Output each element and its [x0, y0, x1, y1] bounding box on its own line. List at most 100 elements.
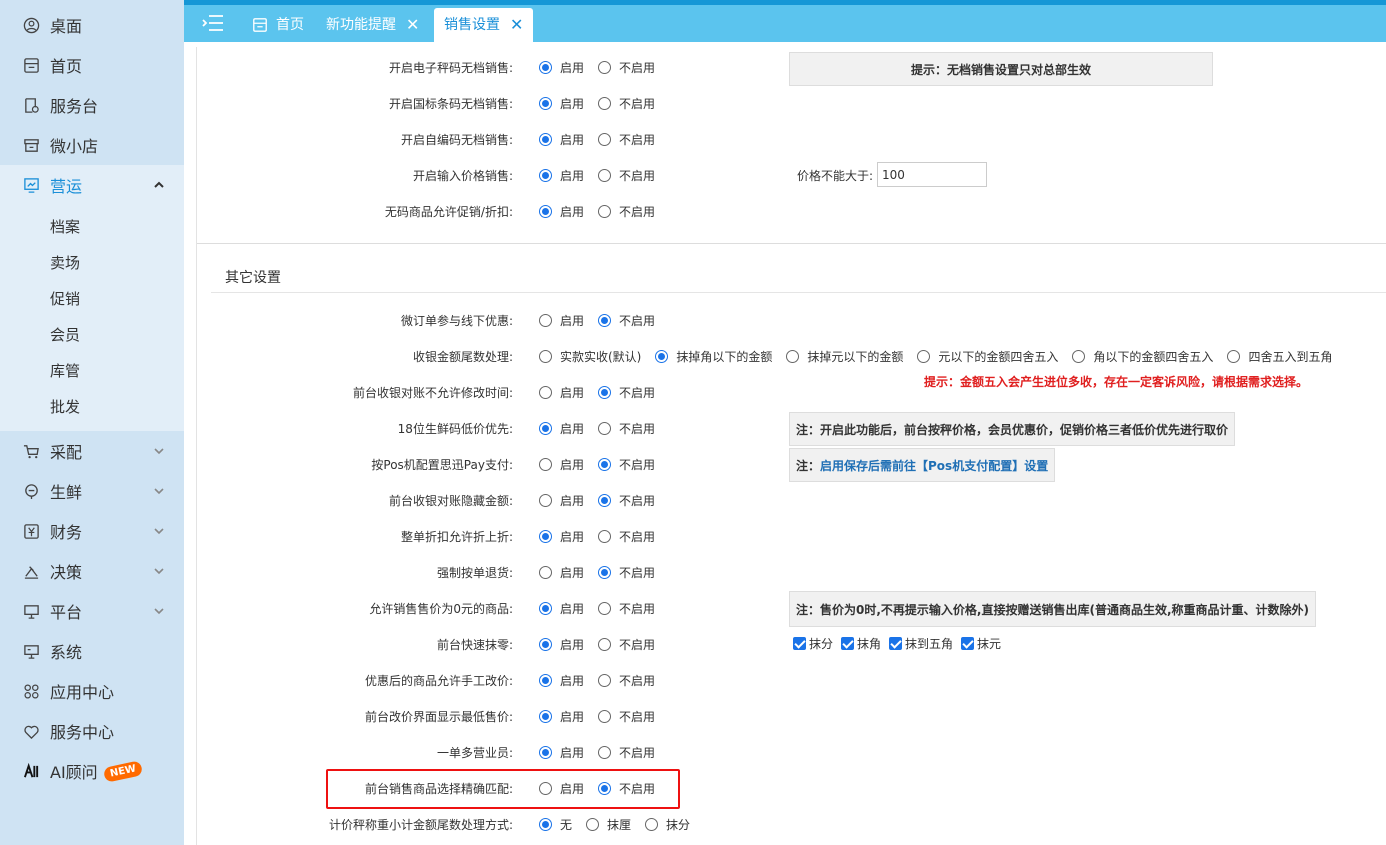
radio-disable[interactable]: 不启用 — [598, 95, 655, 112]
radio-disable[interactable]: 不启用 — [598, 59, 655, 76]
setting-label: 开启自编码无档销售: — [400, 132, 513, 147]
setting-row: 整单折扣允许折上折: 启用 不启用 — [197, 524, 669, 548]
sidebar-item-desktop[interactable]: 桌面 — [0, 5, 184, 45]
sidebar-item-ai[interactable]: AI顾问 NEW — [0, 751, 184, 791]
sidebar-item-shop[interactable]: 微小店 — [0, 125, 184, 165]
radio-disable[interactable]: 不启用 — [598, 384, 655, 401]
sidebar-subitem[interactable]: 卖场 — [0, 245, 184, 281]
radio-enable[interactable]: 启用 — [539, 420, 584, 437]
radio-enable[interactable]: 启用 — [539, 384, 584, 401]
chevron-up-icon — [154, 181, 164, 188]
price-limit-label: 价格不能大于: — [797, 169, 874, 183]
radio-enable[interactable]: 启用 — [539, 672, 584, 689]
sidebar-item-label: 决策 — [50, 563, 83, 582]
setting-label: 收银金额尾数处理: — [412, 349, 513, 364]
sidebar-subitem[interactable]: 库管 — [0, 353, 184, 389]
price-limit-input[interactable]: 100 — [877, 162, 987, 187]
radio-enable[interactable]: 启用 — [539, 312, 584, 329]
radio-disable[interactable]: 不启用 — [598, 203, 655, 220]
sidebar-subitem[interactable]: 批发 — [0, 389, 184, 425]
sidebar-subitem[interactable]: 档案 — [0, 209, 184, 245]
checkbox-zero-jiao[interactable]: 抹角 — [841, 635, 881, 652]
radio-zero-fen[interactable]: 抹分 — [645, 816, 690, 833]
radio-disable[interactable]: 不启用 — [598, 708, 655, 725]
radio-enable[interactable]: 启用 — [539, 708, 584, 725]
sidebar-item-finance[interactable]: 财务 — [0, 511, 184, 551]
menu-toggle-icon[interactable] — [202, 14, 224, 32]
radio-rounding[interactable]: 角以下的金额四舍五入 — [1072, 348, 1213, 365]
radio-rounding[interactable]: 实款实收(默认) — [539, 348, 641, 365]
radio-enable[interactable]: 启用 — [539, 528, 584, 545]
sidebar-item-purchase[interactable]: 采配 — [0, 431, 184, 471]
radio-rounding[interactable]: 抹掉元以下的金额 — [786, 348, 903, 365]
radio-rounding[interactable]: 四舍五入到五角 — [1227, 348, 1332, 365]
setting-label: 前台快速抹零: — [436, 637, 513, 652]
sidebar-subitem[interactable]: 促销 — [0, 281, 184, 317]
radio-rounding[interactable]: 抹掉角以下的金额 — [655, 348, 772, 365]
radio-enable[interactable]: 启用 — [539, 59, 584, 76]
radio-enable[interactable]: 启用 — [539, 744, 584, 761]
close-icon[interactable]: ✕ — [510, 8, 523, 42]
tab-home[interactable]: 首页 — [242, 8, 314, 42]
checkbox-zero-fen[interactable]: 抹分 — [793, 635, 833, 652]
home-icon — [22, 56, 40, 74]
radio-disable[interactable]: 不启用 — [598, 672, 655, 689]
setting-row: 收银金额尾数处理: 实款实收(默认) 抹掉角以下的金额 抹掉元以下的金额 元以下… — [197, 344, 1346, 368]
sidebar-item-platform[interactable]: 平台 — [0, 591, 184, 631]
radio-enable[interactable]: 启用 — [539, 131, 584, 148]
radio-disable[interactable]: 不启用 — [598, 528, 655, 545]
chevron-down-icon — [154, 448, 164, 455]
sidebar-item-service-desk[interactable]: 服务台 — [0, 85, 184, 125]
setting-row: 无码商品允许促销/折扣: 启用 不启用 — [197, 199, 669, 223]
radio-zero-li[interactable]: 抹厘 — [586, 816, 631, 833]
radio-rounding[interactable]: 元以下的金额四舍五入 — [917, 348, 1058, 365]
radio-disable[interactable]: 不启用 — [598, 420, 655, 437]
sidebar-item-decision[interactable]: 决策 — [0, 551, 184, 591]
sidebar-item-operation[interactable]: 营运 — [0, 165, 184, 205]
radio-enable[interactable]: 启用 — [539, 492, 584, 509]
sidebar-subitem[interactable]: 会员 — [0, 317, 184, 353]
shop-icon — [22, 136, 40, 154]
radio-disable[interactable]: 不启用 — [598, 167, 655, 184]
radio-disable[interactable]: 不启用 — [598, 312, 655, 329]
sidebar-item-support[interactable]: 服务中心 — [0, 711, 184, 751]
tab-new-features[interactable]: 新功能提醒 ✕ — [316, 8, 429, 42]
sidebar-item-label: 服务中心 — [50, 723, 115, 742]
radio-disable[interactable]: 不启用 — [598, 744, 655, 761]
radio-enable[interactable]: 启用 — [539, 95, 584, 112]
setting-label: 允许销售售价为0元的商品: — [369, 601, 513, 616]
radio-disable[interactable]: 不启用 — [598, 600, 655, 617]
rounding-warning: 提示：金额五入会产生进位多收，存在一定客诉风险，请根据需求选择。 — [924, 375, 1309, 389]
setting-row: 前台收银对账隐藏金额: 启用 不启用 — [197, 488, 669, 512]
sidebar-item-fresh[interactable]: 生鲜 — [0, 471, 184, 511]
checkbox-zero-half-yuan[interactable]: 抹到五角 — [889, 635, 953, 652]
sidebar-item-home[interactable]: 首页 — [0, 45, 184, 85]
radio-none[interactable]: 无 — [539, 816, 572, 833]
radio-disable[interactable]: 不启用 — [598, 564, 655, 581]
radio-disable[interactable]: 不启用 — [598, 456, 655, 473]
radio-disable[interactable]: 不启用 — [598, 131, 655, 148]
radio-enable[interactable]: 启用 — [539, 167, 584, 184]
close-icon[interactable]: ✕ — [406, 8, 419, 42]
radio-disable[interactable]: 不启用 — [598, 636, 655, 653]
setting-label: 强制按单退货: — [436, 565, 513, 580]
tip-no-barcode: 提示：无档销售设置只对总部生效 — [789, 52, 1213, 86]
note-fresh-priority: 注：开启此功能后，前台按秤价格，会员优惠价，促销价格三者低价优先进行取价 — [789, 412, 1236, 446]
radio-enable[interactable]: 启用 — [539, 636, 584, 653]
radio-enable[interactable]: 启用 — [539, 456, 584, 473]
sidebar-item-label: 营运 — [50, 177, 83, 196]
sidebar-submenu-operation: 档案 卖场 促销 会员 库管 批发 — [0, 205, 184, 431]
radio-enable[interactable]: 启用 — [539, 564, 584, 581]
sidebar-item-apps[interactable]: 应用中心 — [0, 671, 184, 711]
radio-enable[interactable]: 启用 — [539, 600, 584, 617]
radio-enable[interactable]: 启用 — [539, 203, 584, 220]
sidebar-item-label: 平台 — [50, 603, 83, 622]
pos-pay-config-link[interactable]: 启用保存后需前往【Pos机支付配置】设置 — [820, 457, 1048, 474]
quick-zero-options: 抹分 抹角 抹到五角 抹元 — [793, 635, 1009, 652]
sidebar-item-system[interactable]: 系统 — [0, 631, 184, 671]
radio-disable[interactable]: 不启用 — [598, 492, 655, 509]
checkbox-zero-yuan[interactable]: 抹元 — [961, 635, 1001, 652]
setting-label: 开启国标条码无档销售: — [388, 96, 513, 111]
tab-sales-settings[interactable]: 销售设置 ✕ — [434, 8, 534, 42]
tab-label: 首页 — [276, 17, 304, 33]
